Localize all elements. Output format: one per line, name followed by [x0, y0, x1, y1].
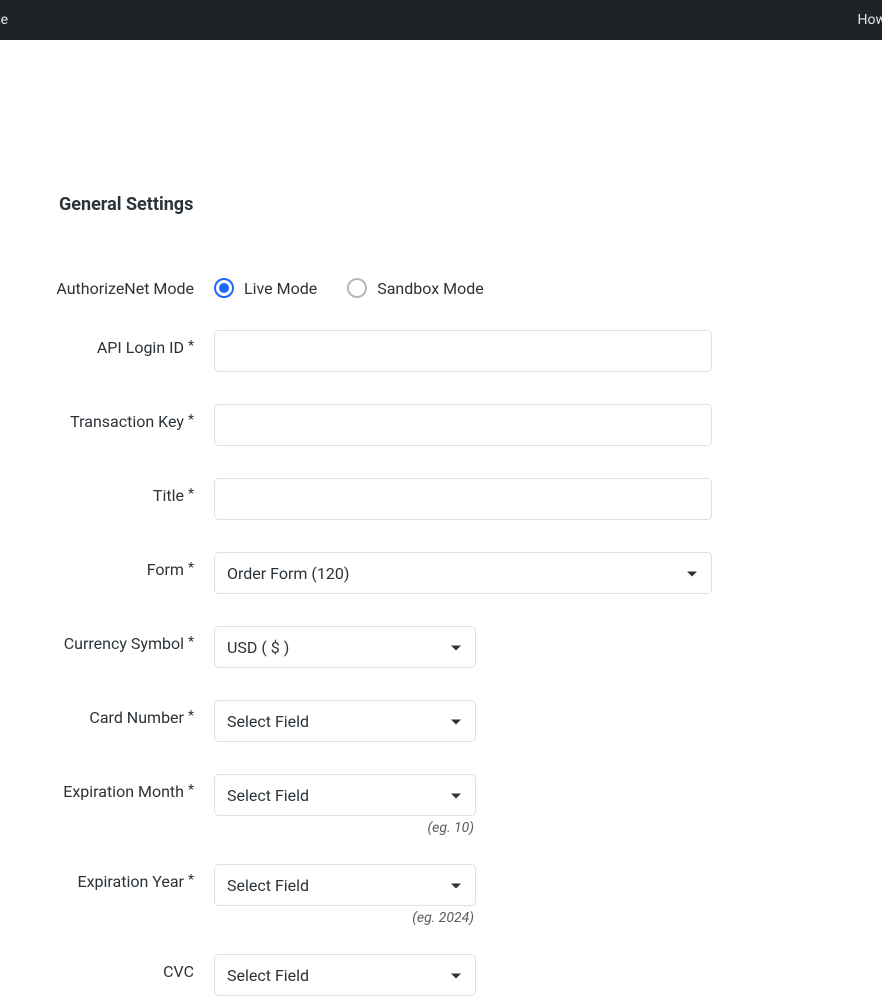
admin-topbar: te How: [0, 0, 882, 40]
input-col-mode: Live Mode Sandbox Mode: [200, 270, 484, 298]
row-expiration-year: Expiration Year * Select Field (eg. 2024…: [0, 864, 882, 926]
radio-circle-icon: [214, 278, 234, 298]
topbar-right-text: How: [858, 12, 882, 28]
label-text-transaction-key: Transaction Key: [70, 412, 184, 431]
label-text-card-number: Card Number: [89, 708, 184, 727]
label-text-form: Form: [147, 560, 184, 579]
row-api-login-id: API Login ID *: [0, 330, 882, 372]
label-text-mode: AuthorizeNet Mode: [56, 279, 194, 298]
exp-year-hint: (eg. 2024): [214, 910, 476, 926]
card-number-select-value: Select Field: [227, 712, 309, 731]
label-transaction-key: Transaction Key *: [0, 404, 200, 431]
exp-year-select-display: Select Field: [214, 864, 476, 906]
card-number-select-display: Select Field: [214, 700, 476, 742]
label-form: Form *: [0, 552, 200, 579]
row-card-number: Card Number * Select Field: [0, 700, 882, 742]
input-col-currency: USD ( $ ): [200, 626, 476, 668]
required-asterisk: *: [188, 708, 194, 724]
form-select-display: Order Form (120): [214, 552, 712, 594]
section-title: General Settings: [59, 194, 882, 215]
radio-live-label: Live Mode: [244, 279, 317, 298]
label-text-title: Title: [153, 486, 184, 505]
label-expiration-year: Expiration Year *: [0, 864, 200, 891]
label-cvc: CVC: [0, 954, 200, 981]
row-form: Form * Order Form (120): [0, 552, 882, 594]
transaction-key-input[interactable]: [214, 404, 712, 446]
currency-select[interactable]: USD ( $ ): [214, 626, 476, 668]
input-col-exp-month: Select Field (eg. 10): [200, 774, 476, 836]
currency-select-display: USD ( $ ): [214, 626, 476, 668]
label-api-login-id: API Login ID *: [0, 330, 200, 357]
card-number-select[interactable]: Select Field: [214, 700, 476, 742]
required-asterisk: *: [188, 412, 194, 428]
row-authorizenet-mode: AuthorizeNet Mode Live Mode Sandbox Mode: [0, 270, 882, 298]
cvc-select-value: Select Field: [227, 966, 309, 985]
form-select[interactable]: Order Form (120): [214, 552, 712, 594]
radio-live-mode[interactable]: Live Mode: [214, 278, 317, 298]
settings-form: AuthorizeNet Mode Live Mode Sandbox Mode: [0, 270, 882, 996]
label-title: Title *: [0, 478, 200, 505]
radio-sandbox-mode[interactable]: Sandbox Mode: [347, 278, 484, 298]
topbar-left-text: te: [0, 12, 8, 28]
expiration-month-select[interactable]: Select Field: [214, 774, 476, 816]
required-asterisk: *: [188, 486, 194, 502]
exp-month-select-display: Select Field: [214, 774, 476, 816]
required-asterisk: *: [188, 782, 194, 798]
settings-content: General Settings AuthorizeNet Mode Live …: [0, 194, 882, 996]
cvc-select[interactable]: Select Field: [214, 954, 476, 996]
form-select-value: Order Form (120): [227, 564, 349, 583]
row-cvc: CVC Select Field: [0, 954, 882, 996]
label-card-number: Card Number *: [0, 700, 200, 727]
required-asterisk: *: [188, 872, 194, 888]
label-text-currency: Currency Symbol: [64, 634, 184, 653]
label-authorizenet-mode: AuthorizeNet Mode: [0, 270, 200, 298]
exp-month-select-value: Select Field: [227, 786, 309, 805]
exp-month-hint: (eg. 10): [214, 820, 476, 836]
cvc-select-display: Select Field: [214, 954, 476, 996]
input-col-exp-year: Select Field (eg. 2024): [200, 864, 476, 926]
input-col-cvc: Select Field: [200, 954, 476, 996]
row-title: Title *: [0, 478, 882, 520]
row-transaction-key: Transaction Key *: [0, 404, 882, 446]
required-asterisk: *: [188, 338, 194, 354]
row-expiration-month: Expiration Month * Select Field (eg. 10): [0, 774, 882, 836]
expiration-year-select[interactable]: Select Field: [214, 864, 476, 906]
label-text-api-login: API Login ID: [97, 338, 184, 357]
input-col-form: Order Form (120): [200, 552, 712, 594]
label-currency-symbol: Currency Symbol *: [0, 626, 200, 653]
radio-circle-icon: [347, 278, 367, 298]
label-text-exp-month: Expiration Month: [63, 782, 184, 801]
api-login-id-input[interactable]: [214, 330, 712, 372]
row-currency-symbol: Currency Symbol * USD ( $ ): [0, 626, 882, 668]
label-expiration-month: Expiration Month *: [0, 774, 200, 801]
input-col-transaction-key: [200, 404, 712, 446]
label-text-cvc: CVC: [163, 962, 194, 981]
required-asterisk: *: [188, 560, 194, 576]
label-text-exp-year: Expiration Year: [77, 872, 183, 891]
title-input[interactable]: [214, 478, 712, 520]
exp-year-select-value: Select Field: [227, 876, 309, 895]
required-asterisk: *: [188, 634, 194, 650]
input-col-api-login: [200, 330, 712, 372]
currency-select-value: USD ( $ ): [227, 638, 289, 657]
input-col-card-number: Select Field: [200, 700, 476, 742]
radio-sandbox-label: Sandbox Mode: [377, 279, 484, 298]
radio-group-mode: Live Mode Sandbox Mode: [214, 270, 484, 298]
input-col-title: [200, 478, 712, 520]
